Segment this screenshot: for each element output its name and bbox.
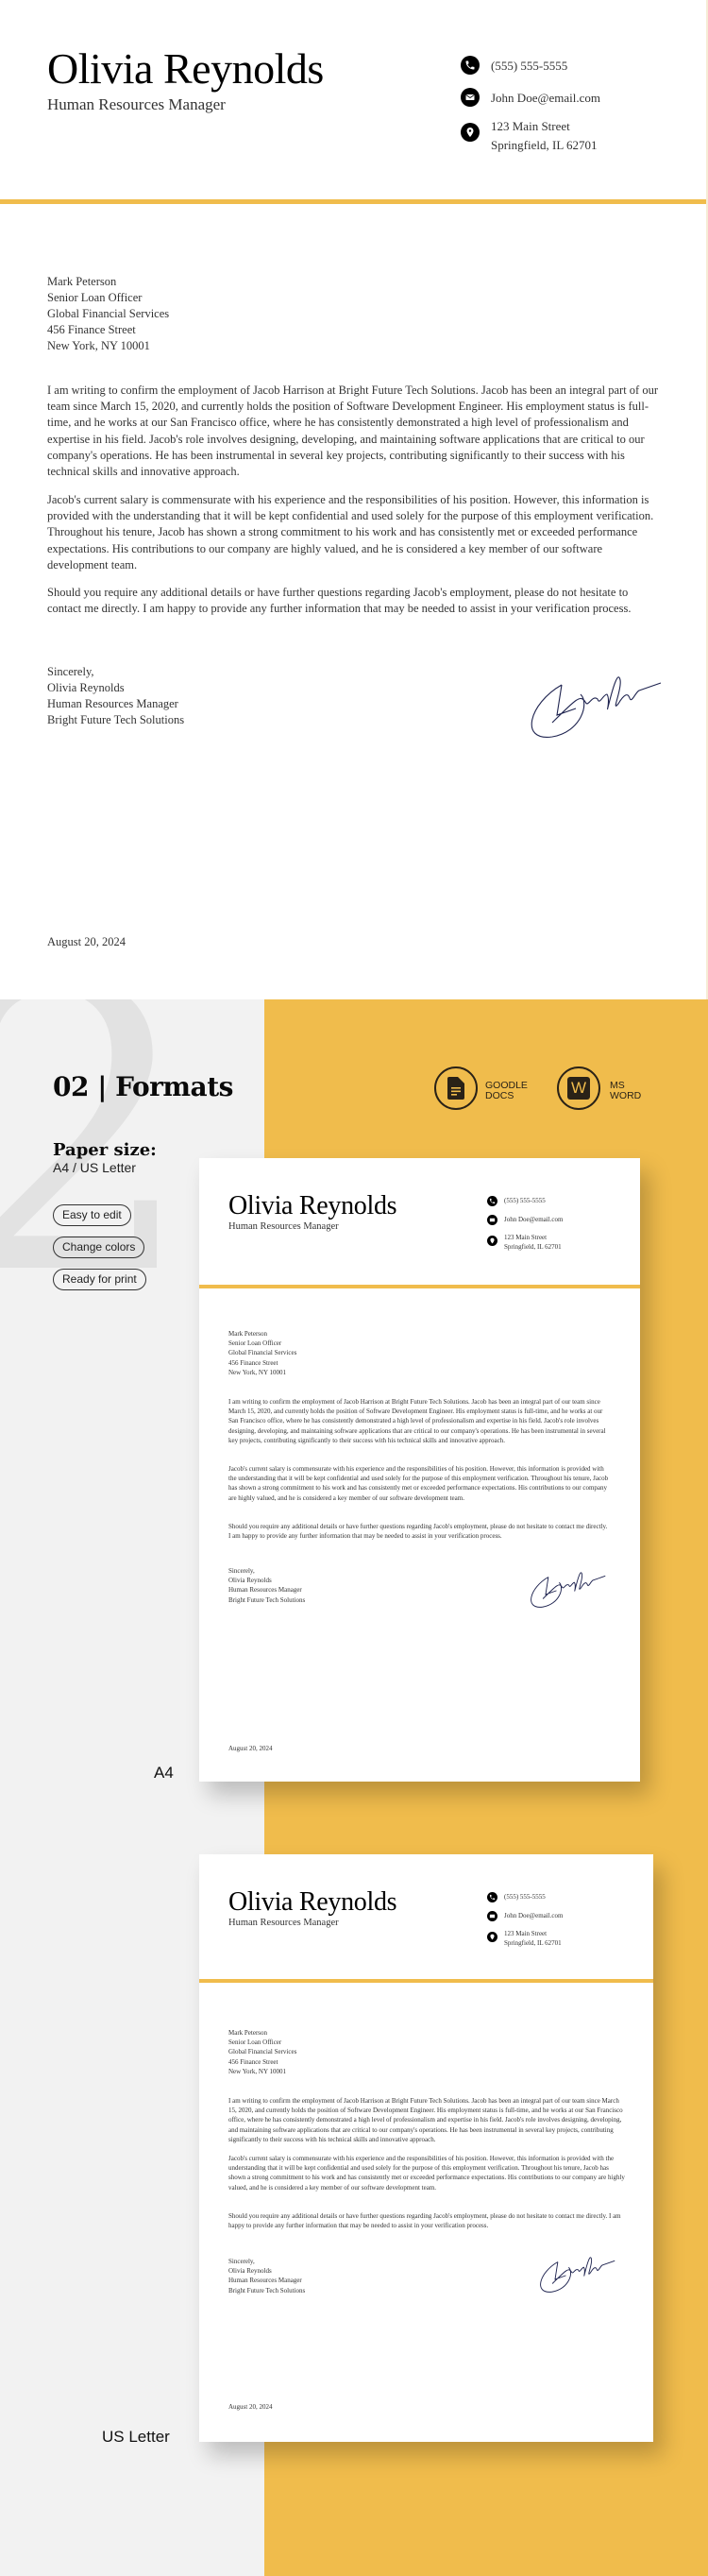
phone-icon [461, 56, 480, 75]
closing-line: Human Resources Manager [47, 697, 178, 710]
closing-line: Sincerely, [228, 1567, 255, 1575]
address-line2: Springfield, IL 62701 [491, 138, 598, 152]
letter-date: August 20, 2024 [47, 935, 126, 948]
address-line2: Springfield, IL 62701 [504, 1243, 562, 1251]
recipient-line: Mark Peterson [47, 275, 117, 288]
letter-date: August 20, 2024 [228, 2403, 273, 2411]
address-line2: Springfield, IL 62701 [504, 1939, 562, 1947]
recipient-block: Mark Peterson Senior Loan Officer Global… [47, 274, 169, 354]
ms-word-label: MS WORD [610, 1080, 642, 1101]
email-text: John Doe@email.com [504, 1216, 564, 1223]
accent-divider [199, 1979, 653, 1983]
closing-block: Sincerely, Olivia Reynolds Human Resourc… [228, 1566, 305, 1605]
sender-title: Human Resources Manager [228, 1918, 339, 1928]
formats-section: 2 02 | Formats Paper size: A4 / US Lette… [0, 999, 708, 2576]
recipient-line: Global Financial Services [47, 307, 170, 320]
body-paragraph: Jacob's current salary is commensurate w… [47, 493, 654, 571]
closing-line: Sincerely, [47, 665, 94, 678]
letter-date: August 20, 2024 [228, 1745, 273, 1752]
recipient-line: Global Financial Services [228, 2048, 297, 2056]
phone-text: (555) 555-5555 [504, 1893, 546, 1901]
paper-size-label: Paper size: [53, 1140, 157, 1160]
email-icon [487, 1215, 497, 1225]
body-paragraph: Should you require any additional detail… [228, 1523, 608, 1541]
a4-preview-card: Olivia Reynolds Human Resources Manager … [199, 1158, 640, 1782]
body-paragraph: I am writing to confirm the employment o… [228, 1398, 606, 1444]
phone-icon [487, 1196, 497, 1206]
recipient-line: 456 Finance Street [47, 323, 136, 336]
signature-image [531, 1572, 606, 1608]
recipient-line: Mark Peterson [228, 2029, 268, 2037]
body-paragraph: I am writing to confirm the employment o… [228, 2097, 623, 2143]
sender-name: Olivia Reynolds [228, 1191, 397, 1220]
location-pin-icon [461, 123, 480, 142]
sender-title: Human Resources Manager [228, 1221, 339, 1232]
closing-line: Olivia Reynolds [228, 2267, 272, 2276]
google-docs-label: GOODLE DOCS [485, 1080, 528, 1101]
body-paragraph: Jacob's current salary is commensurate w… [228, 2155, 625, 2192]
body-paragraph: Jacob's current salary is commensurate w… [228, 1465, 609, 1502]
signature-image [540, 2257, 615, 2293]
ms-word-glyph: W [567, 1077, 590, 1100]
closing-line: Sincerely, [228, 2258, 255, 2265]
body-paragraph: Should you require any additional detail… [228, 2212, 621, 2230]
google-docs-icon [434, 1066, 478, 1110]
section-title: 02 | Formats [53, 1071, 233, 1102]
recipient-line: Global Financial Services [228, 1349, 297, 1357]
phone-text: (555) 555-5555 [491, 59, 568, 73]
sender-name: Olivia Reynolds [47, 44, 324, 93]
closing-line: Bright Future Tech Solutions [47, 713, 185, 726]
signature-image [531, 676, 662, 738]
address-line1: 123 Main Street [504, 1234, 548, 1241]
recipient-block: Mark Peterson Senior Loan Officer Global… [228, 2028, 296, 2076]
email-text: John Doe@email.com [491, 91, 600, 105]
closing-line: Bright Future Tech Solutions [228, 2286, 306, 2295]
us-letter-label: US Letter [102, 2428, 170, 2446]
sender-title: Human Resources Manager [47, 95, 226, 113]
email-icon [461, 88, 480, 107]
closing-line: Olivia Reynolds [228, 1577, 272, 1585]
recipient-line: 456 Finance Street [228, 2057, 278, 2066]
ms-word-icon: W [557, 1066, 600, 1110]
recipient-line: Mark Peterson [228, 1330, 268, 1338]
closing-block: Sincerely, Olivia Reynolds Human Resourc… [228, 2257, 305, 2295]
a4-label: A4 [154, 1764, 174, 1782]
feature-badge-ready-for-print: Ready for print [53, 1269, 146, 1290]
location-pin-icon [487, 1236, 497, 1246]
phone-text: (555) 555-5555 [504, 1197, 546, 1204]
feature-badge-easy-to-edit: Easy to edit [53, 1204, 131, 1226]
recipient-block: Mark Peterson Senior Loan Officer Global… [228, 1329, 296, 1377]
us-letter-preview-card: Olivia Reynolds Human Resources Manager … [199, 1854, 653, 2442]
recipient-line: New York, NY 10001 [47, 339, 150, 352]
email-text: John Doe@email.com [504, 1912, 564, 1919]
closing-line: Human Resources Manager [228, 2277, 302, 2285]
recipient-line: Senior Loan Officer [228, 1339, 282, 1348]
sender-name: Olivia Reynolds [228, 1887, 397, 1917]
closing-line: Olivia Reynolds [47, 681, 125, 694]
accent-divider [199, 1285, 640, 1288]
email-icon [487, 1911, 497, 1921]
accent-divider [0, 199, 706, 204]
paper-size-value: A4 / US Letter [53, 1160, 136, 1175]
closing-line: Bright Future Tech Solutions [228, 1595, 306, 1604]
recipient-line: 456 Finance Street [228, 1358, 278, 1367]
body-paragraph: Should you require any additional detail… [47, 586, 632, 616]
recipient-line: New York, NY 10001 [228, 2067, 286, 2075]
recipient-line: Senior Loan Officer [228, 2039, 282, 2047]
letter-page: Olivia Reynolds Human Resources Manager … [0, 0, 708, 999]
address-line1: 123 Main Street [504, 1930, 548, 1937]
recipient-line: New York, NY 10001 [228, 1368, 286, 1376]
closing-line: Human Resources Manager [228, 1586, 302, 1595]
body-paragraph: I am writing to confirm the employment o… [47, 384, 659, 479]
recipient-line: Senior Loan Officer [47, 291, 143, 304]
closing-block: Sincerely, Olivia Reynolds Human Resourc… [47, 664, 184, 728]
location-pin-icon [487, 1932, 497, 1942]
feature-badge-change-colors: Change colors [53, 1237, 145, 1258]
phone-icon [487, 1892, 497, 1902]
